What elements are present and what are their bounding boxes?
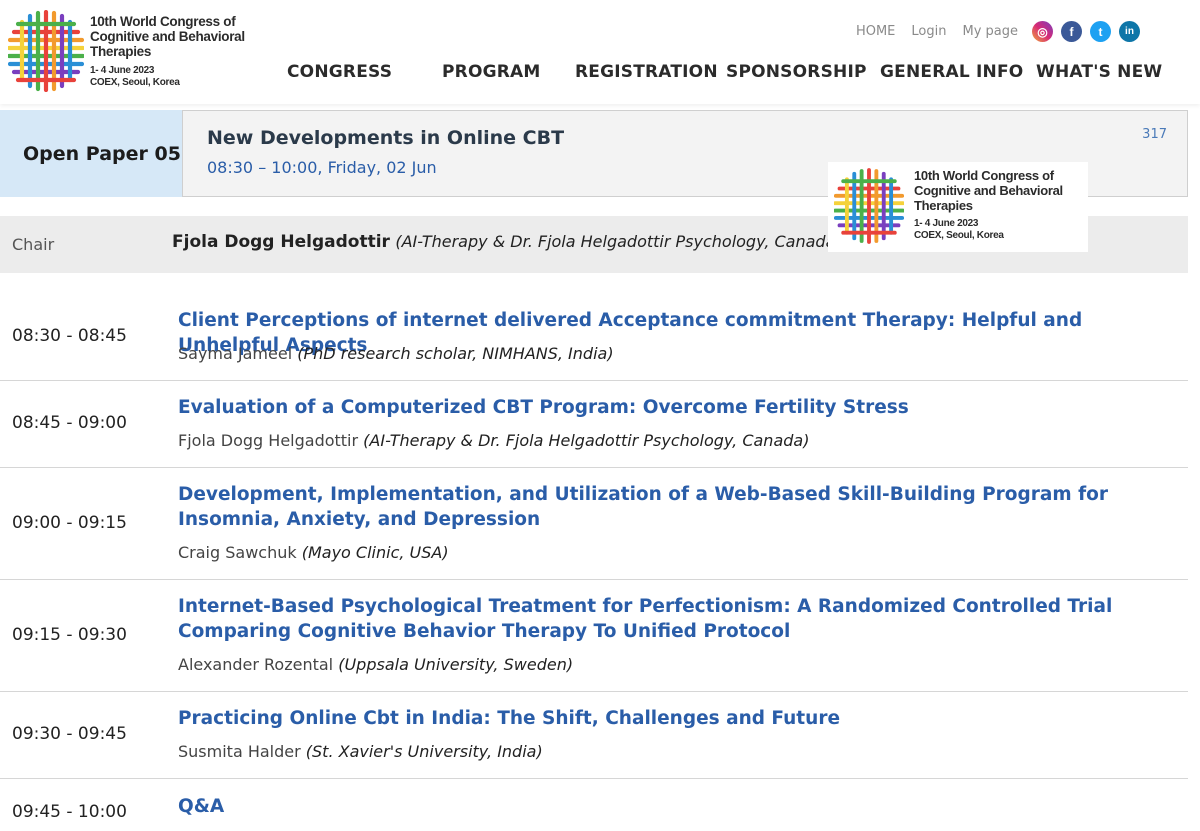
chair-affiliation: (AI-Therapy & Dr. Fjola Helgadottir Psyc… [395,232,842,251]
talk-time: 09:00 - 09:15 [12,513,127,533]
woven-logo-icon [834,168,904,244]
talk-author: Sayma Jameel (PhD research scholar, NIMH… [178,344,614,363]
session-logo: 10th World Congress of Cognitive and Beh… [828,162,1088,252]
nav-congress[interactable]: CONGRESS [287,62,392,82]
home-link[interactable]: HOME [856,24,895,39]
talk-row: 08:30 - 08:45 Client Perceptions of inte… [0,294,1188,381]
talk-time: 09:15 - 09:30 [12,625,127,645]
session-label: Open Paper 05 [0,110,182,197]
talk-row: 09:00 - 09:15 Development, Implementatio… [0,468,1188,580]
session-logo-line-2: Cognitive and Behavioral [914,183,1063,198]
talk-title-link[interactable]: Practicing Online Cbt in India: The Shif… [178,706,1158,731]
author-name: Susmita Halder [178,742,301,761]
session-logo-venue: COEX, Seoul, Korea [914,230,1004,241]
nav-registration[interactable]: REGISTRATION [575,62,718,82]
nav-whats-new[interactable]: WHAT'S NEW [1036,62,1162,82]
session-time: 08:30 – 10:00, Friday, 02 Jun [207,158,437,177]
author-affiliation: (Uppsala University, Sweden) [338,655,574,674]
talk-author: Fjola Dogg Helgadottir (AI-Therapy & Dr.… [178,431,809,450]
logo-line-3: Therapies [90,44,152,59]
session-logo-line-1: 10th World Congress of [914,168,1054,183]
talk-row: 09:15 - 09:30 Internet-Based Psychologic… [0,580,1188,692]
talk-time: 09:45 - 10:00 [12,802,127,822]
author-affiliation: (Mayo Clinic, USA) [301,543,449,562]
talk-title-link[interactable]: Internet-Based Psychological Treatment f… [178,594,1158,644]
talk-time: 09:30 - 09:45 [12,724,127,744]
talk-author: Alexander Rozental (Uppsala University, … [178,655,573,674]
linkedin-icon[interactable]: in [1119,21,1140,42]
instagram-icon[interactable]: ◎ [1032,21,1053,42]
session-logo-title: 10th World Congress of Cognitive and Beh… [914,168,1063,213]
session-logo-subtitle: 1- 4 June 2023 COEX, Seoul, Korea [914,218,1004,242]
site-header: 10th World Congress of Cognitive and Beh… [0,0,1200,104]
chair-name: Fjola Dogg Helgadottir [172,232,390,252]
session-title: New Developments in Online CBT [207,127,565,149]
session-number: 317 [1142,127,1167,142]
talk-title-link[interactable]: Evaluation of a Computerized CBT Program… [178,395,1158,420]
utility-links: HOME Login My page [856,24,1018,39]
author-affiliation: (St. Xavier's University, India) [305,742,543,761]
logo-line-1: 10th World Congress of [90,14,236,29]
session-logo-dates: 1- 4 June 2023 [914,218,979,229]
talk-title-link[interactable]: Development, Implementation, and Utiliza… [178,482,1158,532]
talk-row: 08:45 - 09:00 Evaluation of a Computeriz… [0,381,1188,468]
talk-row: 09:30 - 09:45 Practicing Online Cbt in I… [0,692,1188,779]
logo-title: 10th World Congress of Cognitive and Beh… [90,14,245,59]
author-name: Fjola Dogg Helgadottir [178,431,359,450]
talk-author: Susmita Halder (St. Xavier's University,… [178,742,543,761]
chair-person: Fjola Dogg Helgadottir (AI-Therapy & Dr.… [172,232,842,252]
author-name: Alexander Rozental [178,655,334,674]
talk-author: Craig Sawchuk (Mayo Clinic, USA) [178,543,449,562]
talk-title-link[interactable]: Q&A [178,794,1158,819]
social-links: ◎ f t in [1032,21,1140,42]
author-name: Sayma Jameel [178,344,293,363]
author-name: Craig Sawchuk [178,543,297,562]
talk-time: 08:30 - 08:45 [12,326,127,346]
nav-general-info[interactable]: GENERAL INFO [880,62,1023,82]
session-logo-line-3: Therapies [914,198,973,213]
main-nav: CONGRESS PROGRAM REGISTRATION SPONSORSHI… [0,62,1200,88]
my-page-link[interactable]: My page [962,24,1018,39]
talk-row: 09:45 - 10:00 Q&A [0,779,1188,831]
talk-time: 08:45 - 09:00 [12,413,127,433]
login-link[interactable]: Login [911,24,946,39]
author-affiliation: (PhD research scholar, NIMHANS, India) [297,344,614,363]
author-affiliation: (AI-Therapy & Dr. Fjola Helgadottir Psyc… [363,431,810,450]
nav-sponsorship[interactable]: SPONSORSHIP [726,62,867,82]
facebook-icon[interactable]: f [1061,21,1082,42]
logo-line-2: Cognitive and Behavioral [90,29,245,44]
nav-program[interactable]: PROGRAM [442,62,541,82]
chair-label: Chair [12,235,55,254]
twitter-icon[interactable]: t [1090,21,1111,42]
